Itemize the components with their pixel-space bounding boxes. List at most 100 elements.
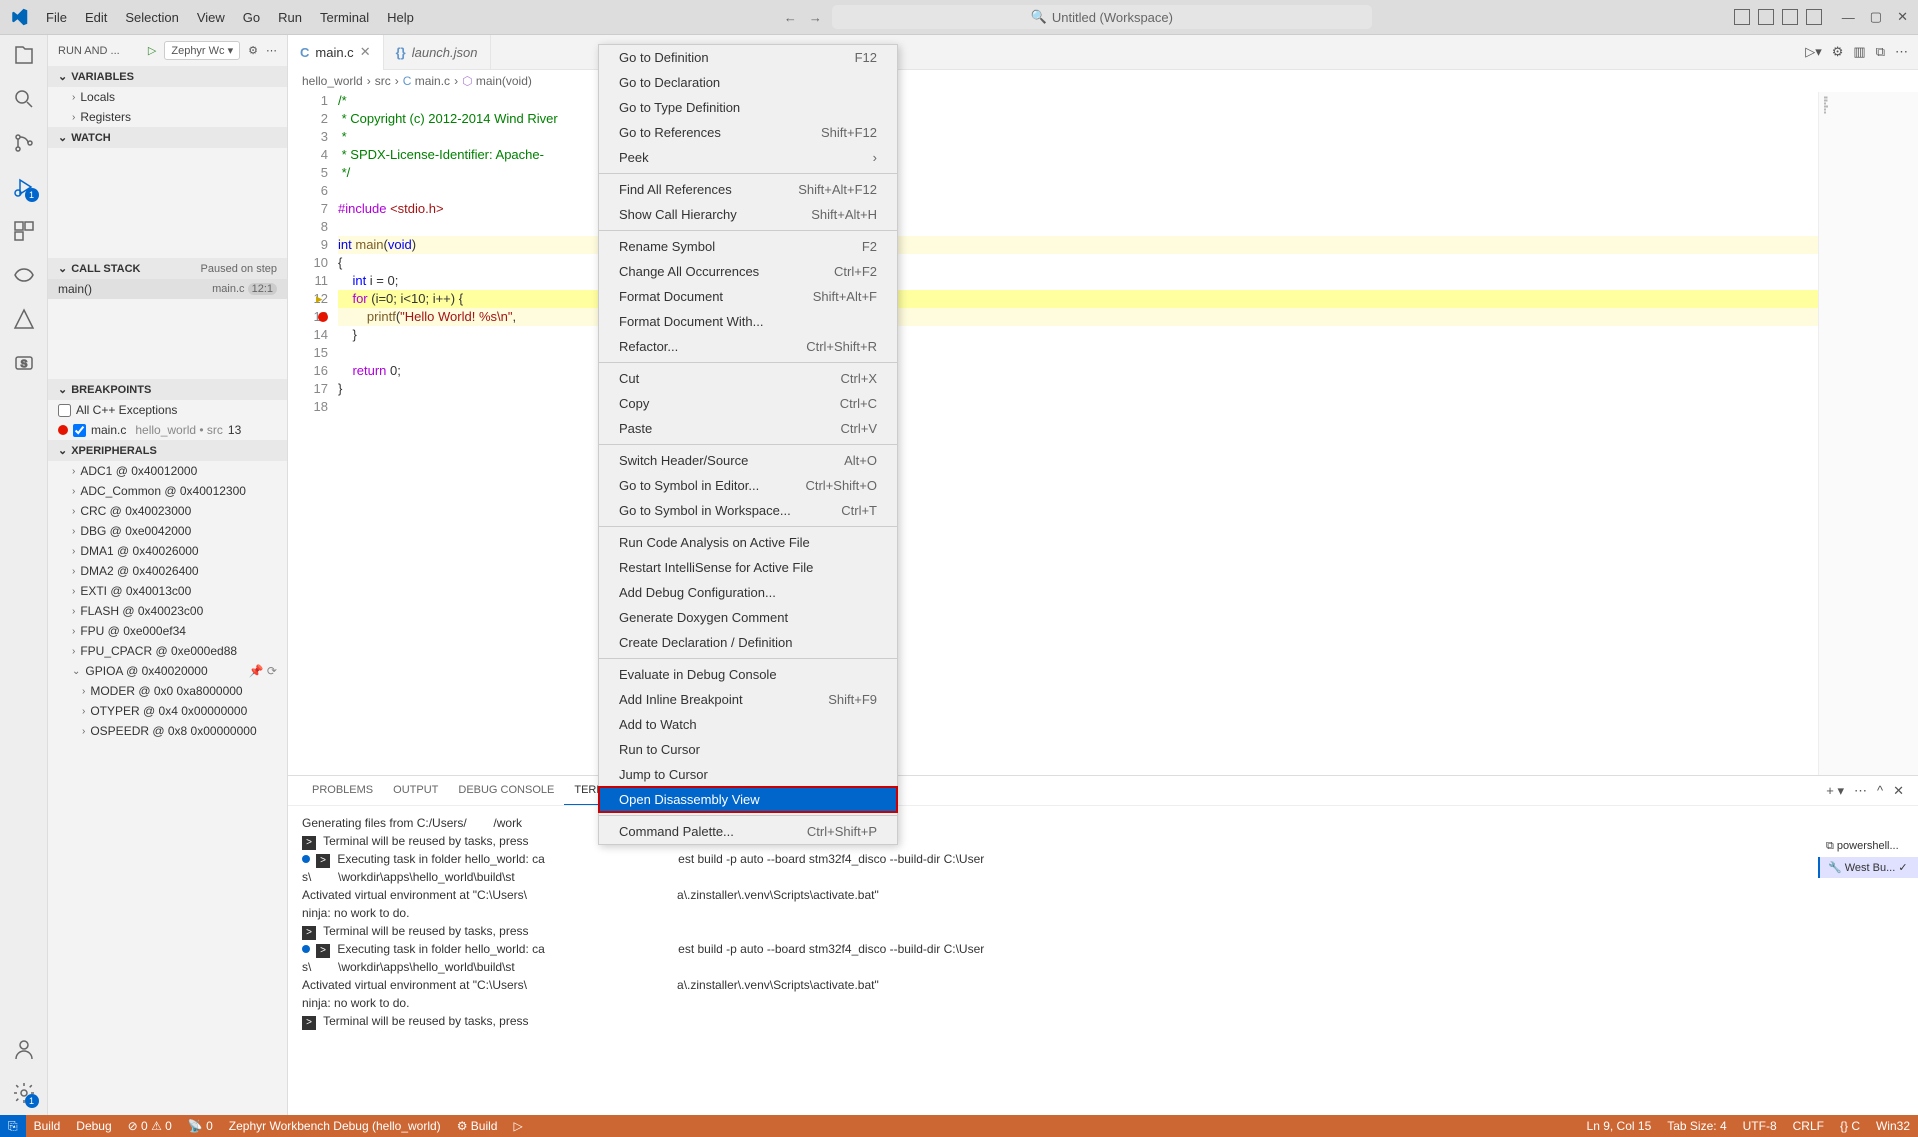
breadcrumb[interactable]: hello_world›src›C main.c›⬡ main(void) [288,70,1918,92]
terminal-tab[interactable]: ⧉ powershell... [1818,836,1918,857]
menu-item[interactable]: Add to Watch [599,712,897,737]
peripheral-item[interactable]: › FLASH @ 0x40023c00 [48,601,287,621]
peripheral-item[interactable]: › FPU_CPACR @ 0xe000ed88 [48,641,287,661]
panel-tab-output[interactable]: OUTPUT [383,776,448,805]
menu-item[interactable]: Run to Cursor [599,737,897,762]
menu-item[interactable]: Peek› [599,145,897,170]
code-line[interactable]: } [338,380,1918,398]
section-variables[interactable]: ⌄VARIABLES [48,66,287,87]
close-icon[interactable]: ✕ [1897,9,1908,25]
section-callstack[interactable]: ⌄CALL STACKPaused on step [48,258,287,279]
menu-item[interactable]: Switch Header/SourceAlt+O [599,448,897,473]
terminal-tab[interactable]: 🔧 West Bu... ✓ [1818,857,1918,878]
nav-back-icon[interactable]: ← [784,10,797,25]
command-center[interactable]: 🔍 Untitled (Workspace) [832,5,1372,29]
menu-item[interactable]: Add Debug Configuration... [599,580,897,605]
tree-item[interactable]: › Locals [48,87,287,107]
maximize-panel-icon[interactable]: ^ [1877,783,1883,798]
menu-item[interactable]: Create Declaration / Definition [599,630,897,655]
checkbox[interactable] [73,424,86,437]
code-line[interactable] [338,398,1918,416]
code-line[interactable]: int i = 0; [338,272,1918,290]
menu-item[interactable]: Run Code Analysis on Active File [599,530,897,555]
panel-tab-problems[interactable]: PROBLEMS [302,776,383,805]
code-line[interactable]: printf("Hello World! %s\n", [338,308,1918,326]
section-xperipherals[interactable]: ⌄XPERIPHERALS [48,440,287,461]
editor-tab[interactable]: Cmain.c✕ [288,35,384,70]
section-breakpoints[interactable]: ⌄BREAKPOINTS [48,379,287,400]
statusbar-item[interactable]: Zephyr Workbench Debug (hello_world) [221,1119,449,1133]
peripheral-item[interactable]: › DMA1 @ 0x40026000 [48,541,287,561]
menu-item[interactable]: Command Palette...Ctrl+Shift+P [599,819,897,844]
peripheral-item[interactable]: › ADC1 @ 0x40012000 [48,461,287,481]
editor-tab[interactable]: {}launch.json [384,35,491,70]
statusbar-item[interactable]: Debug [68,1119,119,1133]
menu-item[interactable]: Generate Doxygen Comment [599,605,897,630]
code-line[interactable] [338,344,1918,362]
menu-item[interactable]: Change All OccurrencesCtrl+F2 [599,259,897,284]
statusbar-item[interactable]: Build [26,1119,69,1133]
menu-item[interactable]: Go to Type Definition [599,95,897,120]
explorer-icon[interactable] [12,43,36,67]
nav-forward-icon[interactable]: → [809,10,822,25]
triangle-icon[interactable] [12,307,36,331]
peripheral-item[interactable]: › EXTI @ 0x40013c00 [48,581,287,601]
menu-item[interactable]: Go to DefinitionF12 [599,45,897,70]
statusbar-item[interactable]: ▷ [505,1119,530,1133]
menu-item[interactable]: Jump to Cursor [599,762,897,787]
code-line[interactable]: * SPDX-License-Identifier: Apache- [338,146,1918,164]
menu-item[interactable]: Rename SymbolF2 [599,234,897,259]
breakpoint-item[interactable]: main.chello_world • src13 [48,420,287,440]
code-line[interactable]: return 0; [338,362,1918,380]
layout-icon[interactable] [1758,9,1774,25]
statusbar-item[interactable]: Win32 [1868,1119,1918,1133]
menu-item[interactable]: Restart IntelliSense for Active File [599,555,897,580]
scm-icon[interactable] [12,131,36,155]
panel-tab-debug-console[interactable]: DEBUG CONSOLE [448,776,564,805]
code-line[interactable]: * [338,128,1918,146]
menu-help[interactable]: Help [379,6,422,29]
minimize-icon[interactable]: — [1842,10,1855,25]
breadcrumb-item[interactable]: ⬡ main(void) [462,74,532,88]
gear-icon[interactable]: ⚙ [248,44,258,57]
peripheral-item[interactable]: › CRC @ 0x40023000 [48,501,287,521]
menu-item[interactable]: Go to Symbol in Editor...Ctrl+Shift+O [599,473,897,498]
menu-view[interactable]: View [189,6,233,29]
statusbar-item[interactable]: Ln 9, Col 15 [1579,1119,1660,1133]
debug-icon[interactable]: 1 [12,175,36,199]
menu-selection[interactable]: Selection [117,6,186,29]
menu-item[interactable]: Go to Symbol in Workspace...Ctrl+T [599,498,897,523]
menu-item[interactable]: Format Document With... [599,309,897,334]
code-line[interactable]: int main(void) [338,236,1918,254]
breakpoint-dot[interactable] [318,312,328,322]
config-dropdown[interactable]: Zephyr Wc ▾ [164,41,240,60]
code-line[interactable] [338,218,1918,236]
terminal[interactable]: Generating files from C:/Users/ /work yr… [288,806,1918,1115]
menu-edit[interactable]: Edit [77,6,115,29]
code-line[interactable]: ▸ for (i=0; i<10; i++) { [338,290,1918,308]
code-line[interactable]: { [338,254,1918,272]
menu-item[interactable]: CutCtrl+X [599,366,897,391]
callstack-item[interactable]: main()main.c 12:1 [48,279,287,299]
peripheral-item[interactable]: ⌄ GPIOA @ 0x40020000📌 ⟳ [48,661,287,681]
peripheral-item[interactable]: › ADC_Common @ 0x40012300 [48,481,287,501]
menu-run[interactable]: Run [270,6,310,29]
add-terminal-icon[interactable]: + ▾ [1826,783,1844,799]
layout-icon[interactable] [1806,9,1822,25]
split-icon[interactable]: ▥ [1853,44,1865,60]
menu-item[interactable]: Show Call HierarchyShift+Alt+H [599,202,897,227]
settings-icon[interactable]: 1 [12,1081,36,1105]
extensions-icon[interactable] [12,219,36,243]
remote-button[interactable]: ⎘ [0,1115,26,1137]
more-icon[interactable]: ⋯ [1895,44,1908,60]
start-debug-icon[interactable]: ▷ [148,44,156,57]
code-line[interactable]: * Copyright (c) 2012-2014 Wind River [338,110,1918,128]
statusbar-item[interactable]: ⊘ 0 ⚠ 0 [120,1119,180,1133]
account-icon[interactable] [12,1037,36,1061]
peripheral-item[interactable]: › DMA2 @ 0x40026400 [48,561,287,581]
more-icon[interactable]: ⋯ [266,44,277,57]
peripheral-item[interactable]: › DBG @ 0xe0042000 [48,521,287,541]
search-icon[interactable] [12,87,36,111]
peripheral-register[interactable]: › MODER @ 0x0 0xa8000000 [48,681,287,701]
statusbar-item[interactable]: CRLF [1785,1119,1832,1133]
